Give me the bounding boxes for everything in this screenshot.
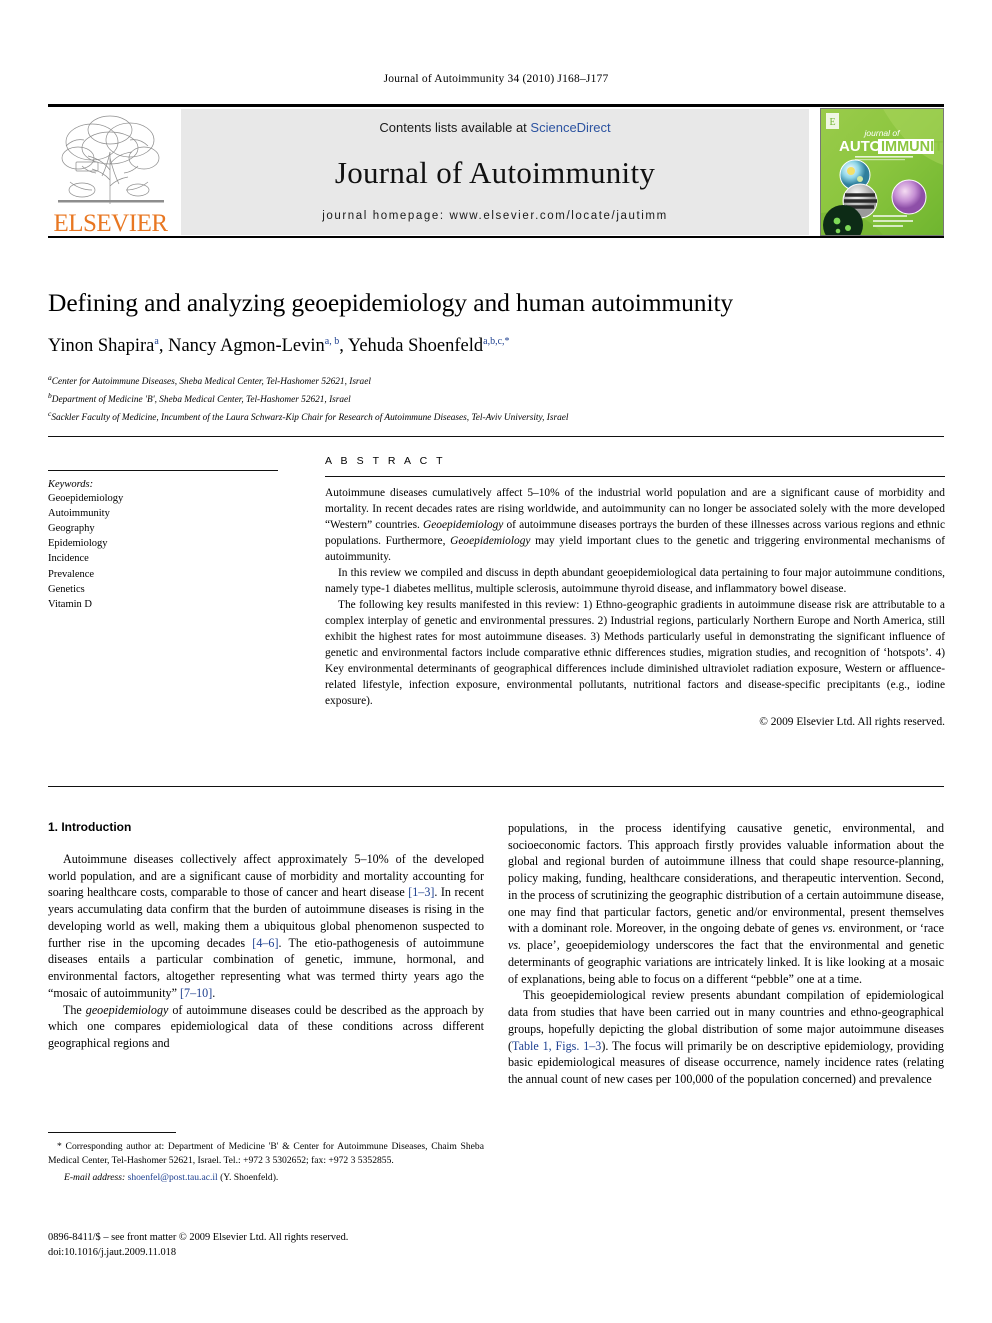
elsevier-tree-icon xyxy=(57,115,164,204)
figure-table-link[interactable]: Table 1, Figs. 1–3 xyxy=(512,1039,601,1053)
keywords-rule xyxy=(48,470,278,471)
affiliation-list: aCenter for Autoimmune Diseases, Sheba M… xyxy=(48,372,944,426)
cover-artwork-icon: E journal of AUTO IMMUNITY xyxy=(821,109,943,235)
body-emphasis: vs. xyxy=(508,938,522,953)
body-paragraph: This geoepidemiological review presents … xyxy=(508,987,944,1087)
svg-text:IMMUNITY: IMMUNITY xyxy=(881,139,943,155)
author-name: Nancy Agmon-Levin xyxy=(168,336,325,357)
body-column-left: 1. Introduction Autoimmune diseases coll… xyxy=(48,820,484,1052)
journal-title: Journal of Autoimmunity xyxy=(334,154,656,190)
issn-line: 0896-8411/$ – see front matter © 2009 El… xyxy=(48,1232,349,1243)
body-column-right: populations, in the process identifying … xyxy=(508,820,944,1088)
keywords-block: Keywords: Geoepidemiology Autoimmunity G… xyxy=(48,470,278,612)
email-link[interactable]: shoenfel@post.tau.ac.il xyxy=(128,1172,218,1183)
abstract-rule xyxy=(325,476,945,477)
footnote-email-line: E-mail address: shoenfel@post.tau.ac.il … xyxy=(48,1171,484,1185)
keyword-item: Vitamin D xyxy=(48,598,92,610)
contents-list-line: Contents lists available at ScienceDirec… xyxy=(379,120,610,135)
journal-masthead: ELSEVIER Contents lists available at Sci… xyxy=(48,104,944,238)
author-affil-mark: a xyxy=(154,336,159,348)
affiliation-text: Center for Autoimmune Diseases, Sheba Me… xyxy=(51,376,371,387)
affiliation-item: bDepartment of Medicine 'B', Sheba Medic… xyxy=(48,390,944,408)
abstract-copyright: © 2009 Elsevier Ltd. All rights reserved… xyxy=(759,715,945,728)
citation-link[interactable]: [4–6] xyxy=(252,936,278,950)
abstract-paragraph: Autoimmune diseases cumulatively affect … xyxy=(325,486,945,566)
abstract-band-top-rule xyxy=(48,436,944,437)
abstract-emphasis: Geoepidemiology xyxy=(423,518,504,531)
affiliation-item: cSackler Faculty of Medicine, Incumbent … xyxy=(48,408,944,426)
citation-link[interactable]: [7–10] xyxy=(180,986,212,1000)
body-text: environment, or ‘race xyxy=(835,921,944,936)
affiliation-item: aCenter for Autoimmune Diseases, Sheba M… xyxy=(48,372,944,390)
article-first-page: Journal of Autoimmunity 34 (2010) J168–J… xyxy=(0,0,992,1323)
affiliation-text: Department of Medicine 'B', Sheba Medica… xyxy=(51,394,351,405)
email-label: E-mail address: xyxy=(64,1172,126,1183)
author-name: Yehuda Shoenfeld xyxy=(347,336,484,357)
body-emphasis: geoepidemiology xyxy=(85,1002,169,1017)
body-text: The xyxy=(63,1002,86,1017)
keyword-item: Epidemiology xyxy=(48,538,108,550)
abstract-paragraph: In this review we compiled and discuss i… xyxy=(325,566,945,595)
masthead-bottom-rule xyxy=(48,236,944,238)
section-heading-introduction: 1. Introduction xyxy=(48,820,132,834)
abstract-paragraph: The following key results manifested in … xyxy=(325,598,945,707)
body-text: place’, geoepidemiology underscores the … xyxy=(508,938,944,986)
journal-cover-thumbnail[interactable]: E journal of AUTO IMMUNITY xyxy=(820,108,944,236)
author-list: Yinon Shapiraa, Nancy Agmon-Levina, b, Y… xyxy=(48,336,510,357)
svg-text:journal of: journal of xyxy=(864,128,902,138)
citation-link[interactable]: [1–3] xyxy=(408,885,434,899)
affiliation-text: Sackler Faculty of Medicine, Incumbent o… xyxy=(51,412,569,423)
body-text: populations, in the process identifying … xyxy=(508,821,944,936)
author-name: Yinon Shapira xyxy=(48,336,155,357)
body-emphasis: vs. xyxy=(822,921,836,936)
email-owner: (Y. Shoenfeld). xyxy=(220,1172,279,1183)
keyword-item: Incidence xyxy=(48,553,89,565)
doi-line: doi:10.1016/j.jaut.2009.11.018 xyxy=(48,1246,177,1258)
elsevier-logo: ELSEVIER xyxy=(48,108,173,236)
abstract-emphasis: Geoepidemiology xyxy=(450,534,531,547)
body-paragraph: populations, in the process identifying … xyxy=(508,820,944,987)
title-block: Defining and analyzing geoepidemiology a… xyxy=(48,288,944,426)
svg-text:AUTO: AUTO xyxy=(839,138,882,155)
keywords-heading: Keywords: xyxy=(48,479,94,490)
keyword-item: Geoepidemiology xyxy=(48,493,124,504)
running-head: Journal of Autoimmunity 34 (2010) J168–J… xyxy=(383,73,609,85)
masthead-top-rule xyxy=(48,104,944,107)
body-paragraph: Autoimmune diseases collectively affect … xyxy=(48,851,484,1002)
footnote-text: * Corresponding author at: Department of… xyxy=(48,1141,484,1166)
elsevier-wordmark: ELSEVIER xyxy=(53,210,168,237)
svg-text:E: E xyxy=(829,117,835,128)
journal-homepage-link[interactable]: journal homepage: www.elsevier.com/locat… xyxy=(322,210,668,222)
keyword-item: Genetics xyxy=(48,583,85,595)
article-title: Defining and analyzing geoepidemiology a… xyxy=(48,288,734,317)
author-affil-mark: a,b,c,* xyxy=(483,336,510,348)
issn-copyright-block: 0896-8411/$ – see front matter © 2009 El… xyxy=(48,1231,518,1261)
author-affil-mark: a, b xyxy=(324,336,340,348)
masthead-center-panel: Contents lists available at ScienceDirec… xyxy=(181,109,809,235)
keyword-item: Prevalence xyxy=(48,568,95,580)
keyword-item: Geography xyxy=(48,523,95,535)
sciencedirect-link[interactable]: ScienceDirect xyxy=(530,120,610,135)
body-paragraph: The geoepidemiology of autoimmune diseas… xyxy=(48,1002,484,1052)
abstract-band-bottom-rule xyxy=(48,786,944,787)
footnote-rule xyxy=(48,1132,176,1133)
body-text: . xyxy=(212,985,216,1000)
abstract-block: A B S T R A C T Autoimmune diseases cumu… xyxy=(325,455,945,728)
corresponding-author-footnote: * Corresponding author at: Department of… xyxy=(48,1132,484,1185)
contents-prefix: Contents lists available at xyxy=(379,120,527,135)
abstract-heading: A B S T R A C T xyxy=(325,455,446,467)
keyword-item: Autoimmunity xyxy=(48,508,110,520)
